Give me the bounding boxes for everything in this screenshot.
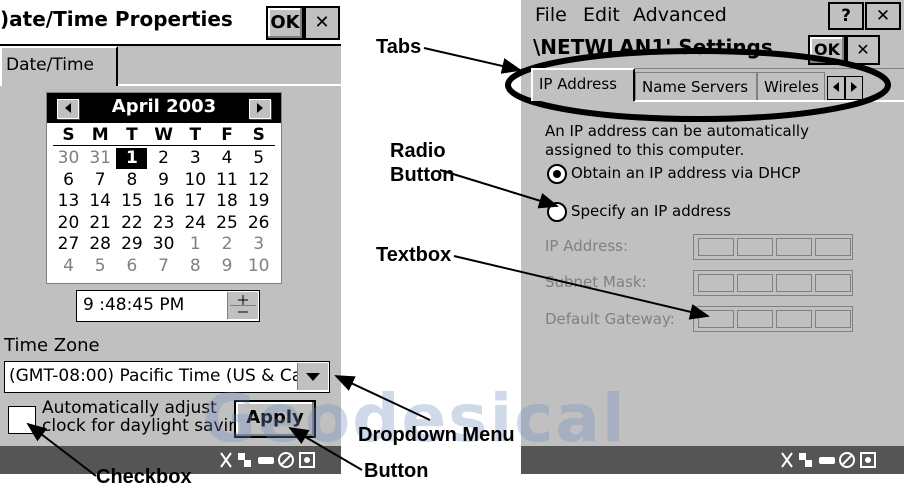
- annotation-textbox: Textbox: [376, 244, 452, 266]
- tabs-arrow: [423, 47, 522, 74]
- tab-ip-address[interactable]: IP Address: [531, 68, 635, 101]
- checkbox-arrow: [26, 422, 97, 477]
- annotation-checkbox: Checkbox: [96, 466, 192, 488]
- annotation-arrows: [26, 47, 891, 477]
- annotation-dropdown-menu: Dropdown Menu: [358, 424, 515, 446]
- dropdown-arrow: [334, 375, 431, 421]
- textbox-arrow: [453, 255, 710, 320]
- annotation-radio-line2: Button: [390, 164, 455, 186]
- annotation-radio-line1: Radio: [390, 140, 446, 162]
- button-arrow: [288, 426, 363, 471]
- annotation-tabs: Tabs: [376, 36, 422, 58]
- annotation-button: Button: [364, 460, 429, 482]
- radio-arrow: [439, 169, 559, 209]
